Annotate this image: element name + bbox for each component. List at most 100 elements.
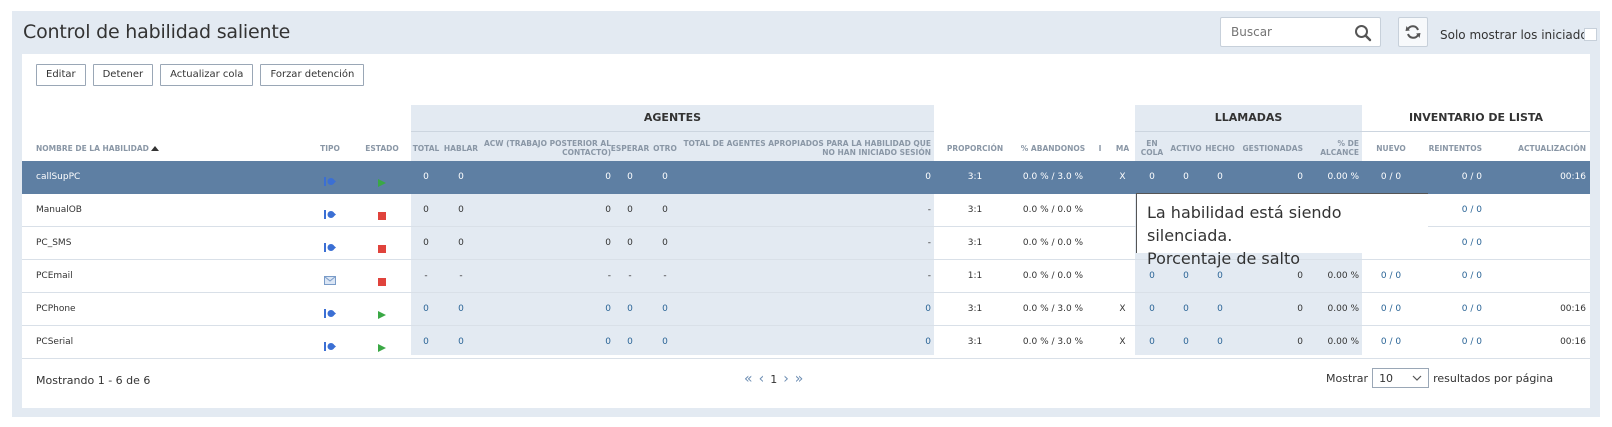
results-per-page-label: resultados por página	[1433, 371, 1554, 385]
cell-wait: 0	[627, 238, 633, 248]
edit-button[interactable]: Editar	[36, 64, 86, 86]
first-page-icon[interactable]: «	[744, 371, 753, 387]
header-ma[interactable]: MA	[1110, 135, 1135, 161]
header-label: TOTAL	[412, 143, 440, 153]
cell-update: 00:16	[1560, 304, 1586, 314]
skill-name-cell[interactable]: PCSerial	[36, 326, 236, 359]
header-acw[interactable]: ACW (TRABAJO POSTERIOR AL CONTACTO)	[481, 135, 611, 161]
skill-name-cell[interactable]: PCEmail	[36, 260, 236, 293]
cell-total-not-logged: -	[927, 205, 931, 215]
cell-reach: 0.00 %	[1327, 304, 1359, 314]
cell-wait: 0	[627, 205, 633, 215]
cell-ratio: 3:1	[967, 238, 983, 248]
search-icon[interactable]	[1354, 24, 1372, 42]
last-page-icon[interactable]: »	[795, 371, 804, 387]
only-started-label: Solo mostrar los iniciados	[1440, 28, 1594, 42]
cell-active: 0	[1183, 337, 1189, 347]
header-done[interactable]: HECHO	[1203, 135, 1237, 161]
show-label: Mostrar	[1326, 371, 1369, 385]
cell-i	[1090, 260, 1110, 293]
cell-retries: 0 / 0	[1461, 304, 1482, 314]
header-label: EN COLA	[1140, 139, 1164, 157]
cell-wait: 0	[627, 304, 633, 314]
cell-other: 0	[662, 205, 668, 215]
header-reach[interactable]: % DE ALCANCE	[1303, 135, 1359, 161]
cell-talk: 0	[458, 205, 464, 215]
search-box[interactable]	[1220, 17, 1381, 47]
cell-i	[1090, 227, 1110, 260]
header-update[interactable]: ACTUALIZACIÓN	[1482, 135, 1586, 161]
update-queue-button[interactable]: Actualizar cola	[160, 64, 254, 86]
cell-ma: X	[1119, 337, 1126, 347]
next-page-icon[interactable]: ›	[783, 371, 789, 387]
running-icon	[378, 174, 386, 187]
email-icon	[324, 272, 336, 285]
cell-i	[1090, 293, 1110, 326]
page-size-select[interactable]: 10	[1372, 368, 1430, 388]
toolbar: Editar Detener Actualizar cola Forzar de…	[36, 64, 365, 86]
cell-retries: 0 / 0	[1461, 205, 1482, 215]
header-label: ESPERAR	[610, 143, 650, 153]
header-queue[interactable]: EN COLA	[1135, 135, 1169, 161]
header-i[interactable]: I	[1090, 135, 1110, 161]
table-row[interactable]: PCPhone 0 0 0 0 0 0 3:1 0.0 % / 3.0 % X 0 0 0 0 0.00 %…	[22, 293, 1590, 326]
cell-i	[1090, 194, 1110, 227]
header-label: I	[1098, 143, 1102, 153]
table-row[interactable]: PCSerial 0 0 0 0 0 0 3:1 0.0 % / 3.0 % X 0 0 0 0 0.00 …	[22, 326, 1590, 359]
cell-ma: X	[1119, 172, 1126, 182]
cell-ma: X	[1119, 304, 1126, 314]
header-state[interactable]: ESTADO	[357, 135, 407, 161]
group-header-inventory: INVENTARIO DE LISTA	[1408, 111, 1544, 124]
header-other[interactable]: OTRO	[649, 135, 681, 161]
cell-acw: 0	[605, 172, 611, 182]
sort-ascending-icon[interactable]	[150, 145, 159, 151]
cell-total: 0	[423, 304, 429, 314]
cell-update: 00:16	[1560, 172, 1586, 182]
search-input[interactable]	[1231, 24, 1351, 40]
cell-queue: 0	[1149, 337, 1155, 347]
prev-page-icon[interactable]: ‹	[759, 371, 765, 387]
cell-ratio: 3:1	[967, 304, 983, 314]
header-skill-name[interactable]: NOMBRE DE LA HABILIDAD	[36, 135, 236, 161]
header-new[interactable]: NUEVO	[1362, 135, 1420, 161]
skill-name-cell[interactable]: ManualOB	[36, 194, 236, 227]
header-retries[interactable]: REINTENTOS	[1420, 135, 1482, 161]
stopped-icon	[378, 273, 386, 286]
only-started-checkbox[interactable]	[1584, 28, 1597, 41]
page-size-value: 10	[1379, 371, 1394, 385]
cell-talk: 0	[458, 304, 464, 314]
header-talk[interactable]: HABLAR	[441, 135, 481, 161]
header-ratio[interactable]: PROPORCIÓN	[934, 135, 1016, 161]
current-page[interactable]: 1	[770, 373, 777, 386]
skill-name-cell[interactable]: PC_SMS	[36, 227, 236, 260]
skill-name-cell[interactable]: callSupPC	[36, 161, 236, 194]
cell-active: 0	[1183, 304, 1189, 314]
cell-abandons: 0.0 % / 3.0 %	[1022, 172, 1084, 182]
header-total-not-logged[interactable]: TOTAL DE AGENTES APROPIADOS PARA LA HABI…	[681, 135, 931, 161]
cell-acw: 0	[605, 304, 611, 314]
cell-total: 0	[423, 238, 429, 248]
cell-total-not-logged: 0	[925, 304, 931, 314]
header-label: NUEVO	[1376, 143, 1406, 153]
cell-abandons: 0.0 % / 0.0 %	[1022, 205, 1084, 215]
header-label: TIPO	[320, 143, 340, 153]
header-handled[interactable]: GESTIONADAS	[1237, 135, 1303, 161]
table-row[interactable]: callSupPC 0 0 0 0 0 0 3:1 0.0 % / 3.0 % X 0 0 0 0 0.00…	[22, 161, 1590, 194]
cell-ratio: 3:1	[967, 205, 983, 215]
force-stop-button[interactable]: Forzar detención	[260, 64, 365, 86]
header-label: TOTAL DE AGENTES APROPIADOS PARA LA HABI…	[683, 139, 931, 157]
header-type[interactable]: TIPO	[310, 135, 350, 161]
cell-handled: 0	[1297, 304, 1303, 314]
cell-talk: 0	[458, 238, 464, 248]
skill-name-cell[interactable]: PCPhone	[36, 293, 236, 326]
stop-button[interactable]: Detener	[92, 64, 154, 86]
header-abandons[interactable]: % ABANDONOS	[1016, 135, 1090, 161]
cell-abandons: 0.0 % / 3.0 %	[1022, 304, 1084, 314]
header-active[interactable]: ACTIVO	[1169, 135, 1203, 161]
cell-new: 0 / 0	[1380, 304, 1402, 314]
header-wait[interactable]: ESPERAR	[610, 135, 650, 161]
tooltip-line: Porcentaje de salto	[1147, 249, 1301, 268]
header-total[interactable]: TOTAL	[411, 135, 441, 161]
stopped-icon	[378, 240, 386, 253]
refresh-button[interactable]	[1398, 17, 1428, 47]
